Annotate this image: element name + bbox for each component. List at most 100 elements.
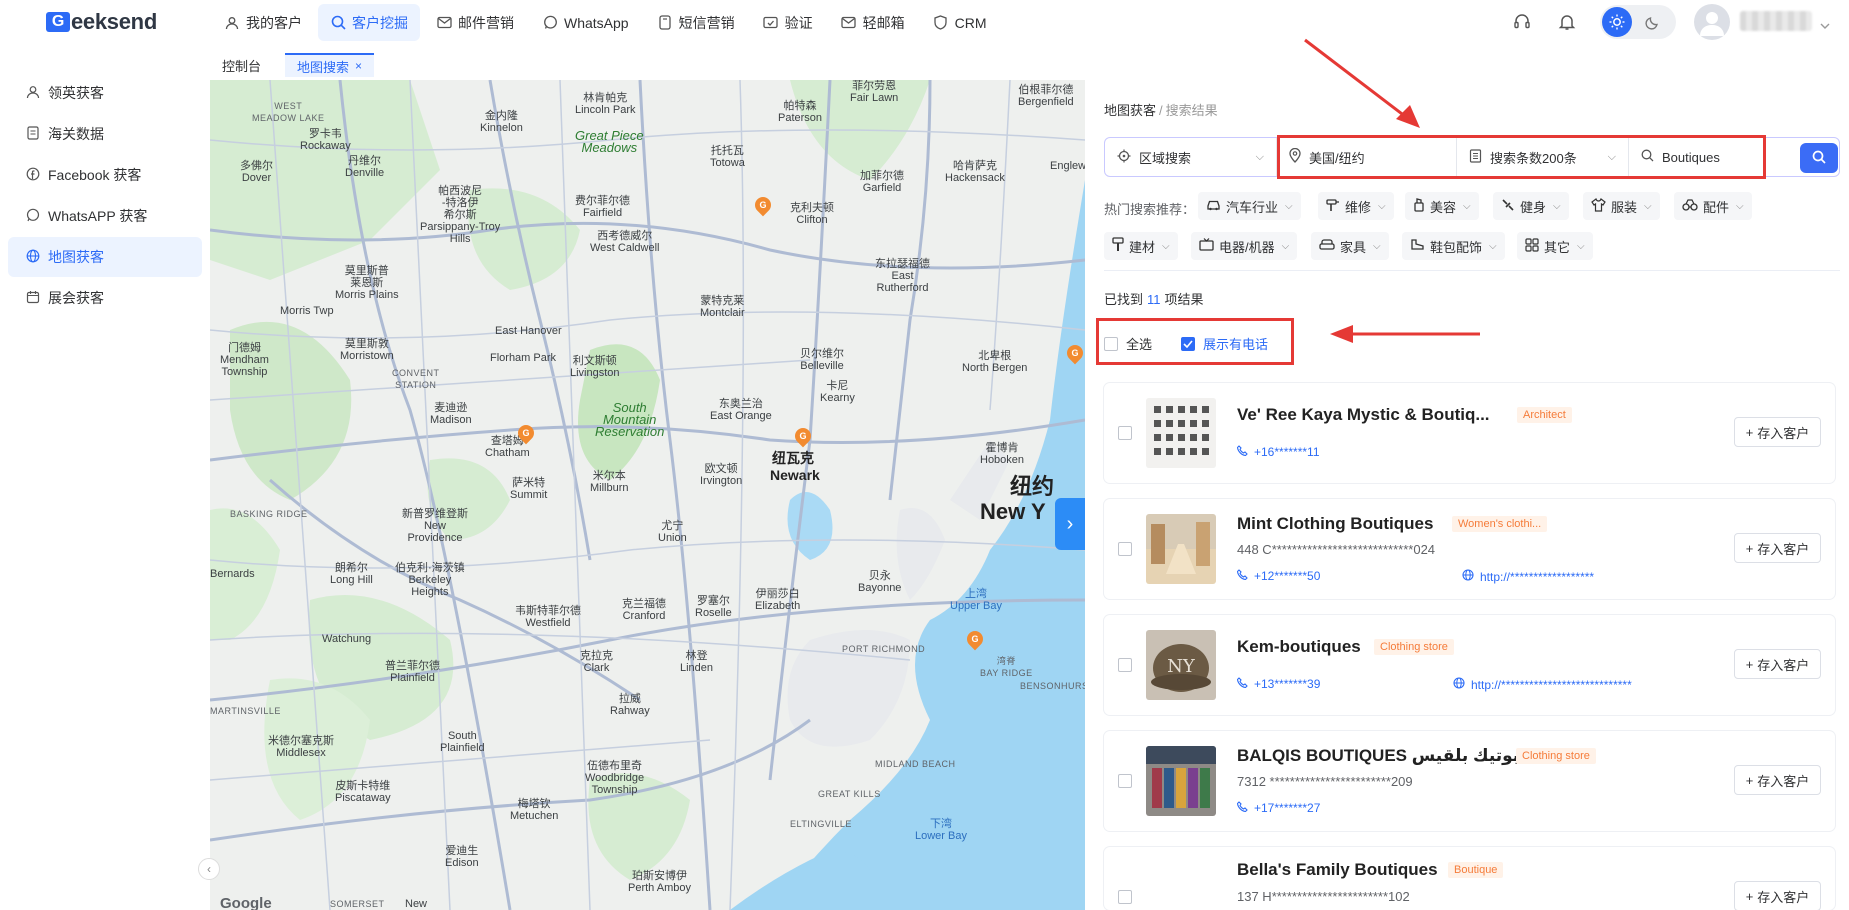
result-checkbox[interactable] xyxy=(1118,426,1132,440)
result-title[interactable]: Ve' Ree Kaya Mystic & Boutiq... xyxy=(1237,405,1490,425)
sidebar-item-map[interactable]: 地图获客 xyxy=(8,237,202,277)
chevron-down-icon: ⌵ xyxy=(1373,240,1381,252)
bell-icon[interactable] xyxy=(1555,10,1579,34)
result-card[interactable]: BALQIS BOUTIQUES بوتيك بلقيس... Clothing… xyxy=(1104,731,1835,831)
chip-auto[interactable]: 汽车行业 ⌵ xyxy=(1198,192,1301,220)
nav-email-marketing[interactable]: 邮件营销 xyxy=(424,4,526,41)
highlight-box-filter xyxy=(1096,318,1294,365)
chevron-down-icon: ⌵ xyxy=(1577,240,1585,252)
chevron-down-icon: ⌵ xyxy=(1162,240,1170,252)
collapse-panel-button[interactable]: › xyxy=(1055,498,1085,550)
map-label: 克利夫顿 Clifton xyxy=(790,202,834,226)
sidebar-item-exhibition[interactable]: 展会获客 xyxy=(8,278,202,318)
map-label: 伯根菲尔德 Bergenfield xyxy=(1018,84,1074,108)
chip-other[interactable]: 其它 ⌵ xyxy=(1517,232,1593,260)
result-phone[interactable]: +16*******11 xyxy=(1236,445,1320,459)
map-label: 萨米特 Summit xyxy=(510,477,548,501)
result-phone[interactable]: +17*******27 xyxy=(1236,801,1320,815)
save-to-customers-button[interactable]: + 存入客户 xyxy=(1734,649,1821,679)
map-marker[interactable]: G xyxy=(751,193,775,217)
map-view[interactable]: WEST MEADOW LAKE 罗卡韦 Rockaway 丹维尔 Denville … xyxy=(210,80,1085,910)
chip-building-materials[interactable]: 建材 ⌵ xyxy=(1104,232,1178,260)
chevron-down-icon[interactable] xyxy=(1820,16,1830,32)
geeksend-logo[interactable]: Geeksend xyxy=(46,9,157,35)
save-to-customers-button[interactable]: + 存入客户 xyxy=(1734,533,1821,563)
map-label: 东奥兰治 East Orange xyxy=(710,398,772,422)
result-title[interactable]: Mint Clothing Boutiques xyxy=(1237,514,1433,534)
map-label: 丹维尔 Denville xyxy=(345,155,385,179)
search-button[interactable] xyxy=(1800,143,1838,173)
nav-whatsapp[interactable]: WhatsApp xyxy=(530,4,641,41)
search-mode-select[interactable]: 区域搜索 ⌵ xyxy=(1105,138,1277,176)
result-title[interactable]: Bella's Family Boutiques xyxy=(1237,860,1438,880)
nav-verify[interactable]: 验证 xyxy=(751,4,825,41)
chip-fitness[interactable]: 健身 ⌵ xyxy=(1493,192,1569,220)
chip-accessories[interactable]: 配件 ⌵ xyxy=(1674,192,1752,220)
result-checkbox[interactable] xyxy=(1118,542,1132,556)
moon-icon[interactable] xyxy=(1642,11,1664,33)
nav-crm[interactable]: CRM xyxy=(921,4,999,41)
map-label: 卡尼 Kearny xyxy=(820,380,855,404)
map-label: 哈肯萨克 Hackensack xyxy=(945,160,1005,184)
map-marker[interactable]: G xyxy=(1063,341,1085,365)
chip-furniture[interactable]: 家具 ⌵ xyxy=(1311,232,1389,260)
facebook-icon xyxy=(26,167,40,184)
map-label: East Hanover xyxy=(495,325,562,337)
crm-icon xyxy=(933,15,949,31)
result-phone[interactable]: +13*******39 xyxy=(1236,677,1320,691)
sidebar-item-whatsapp[interactable]: WhatsAPP 获客 xyxy=(8,196,202,236)
result-website[interactable]: http://**************************** xyxy=(1453,677,1632,692)
map-label: 珀斯安博伊 Perth Amboy xyxy=(628,870,691,894)
save-to-customers-button[interactable]: + 存入客户 xyxy=(1734,417,1821,447)
sidebar-item-facebook[interactable]: Facebook 获客 xyxy=(8,155,202,195)
save-to-customers-button[interactable]: + 存入客户 xyxy=(1734,765,1821,795)
whatsapp-icon xyxy=(542,15,558,31)
result-checkbox[interactable] xyxy=(1118,890,1132,904)
collapse-sidebar-button[interactable]: ‹ xyxy=(198,858,220,880)
chip-appliances[interactable]: 电器/机器 ⌵ xyxy=(1191,232,1298,260)
tab-console[interactable]: 控制台 xyxy=(210,53,273,77)
nav-customer-mining[interactable]: 客户挖掘 xyxy=(318,4,420,41)
phone-icon xyxy=(1236,569,1248,583)
result-card[interactable]: Ve' Ree Kaya Mystic & Boutiq... Architec… xyxy=(1104,383,1835,483)
search-icon xyxy=(330,15,346,31)
sidebar-item-linkedin[interactable]: 领英获客 xyxy=(8,73,202,113)
chevron-down-icon: ⌵ xyxy=(1489,240,1497,252)
chip-shoes-bags[interactable]: 鞋包配饰 ⌵ xyxy=(1402,232,1505,260)
sun-icon[interactable] xyxy=(1602,7,1632,37)
avatar[interactable] xyxy=(1694,4,1730,40)
result-thumbnail xyxy=(1146,398,1216,468)
fitness-icon xyxy=(1501,198,1515,215)
chip-beauty[interactable]: 美容 ⌵ xyxy=(1405,192,1479,220)
map-marker[interactable]: G xyxy=(791,424,815,448)
map-marker[interactable]: G xyxy=(514,421,538,445)
result-phone[interactable]: +12*******50 xyxy=(1236,569,1320,583)
save-to-customers-button[interactable]: + 存入客户 xyxy=(1734,881,1821,910)
breadcrumb-parent[interactable]: 地图获客 xyxy=(1104,103,1156,118)
chip-repair[interactable]: 维修 ⌵ xyxy=(1318,192,1394,220)
result-title[interactable]: BALQIS BOUTIQUES بوتيك بلقيس... xyxy=(1237,746,1533,766)
result-card[interactable]: Bella's Family Boutiques Boutique 137 H*… xyxy=(1104,847,1835,910)
chip-apparel[interactable]: 服装 ⌵ xyxy=(1583,192,1660,220)
result-card[interactable]: Mint Clothing Boutiques Women's clothi..… xyxy=(1104,499,1835,599)
headset-icon[interactable] xyxy=(1510,10,1534,34)
map-label: 费尔菲尔德 Fairfield xyxy=(575,195,630,219)
nav-light-mailbox[interactable]: 轻邮箱 xyxy=(829,4,917,41)
sidebar-item-customs[interactable]: 海关数据 xyxy=(8,114,202,154)
category-tag: Boutique xyxy=(1448,862,1504,878)
result-checkbox[interactable] xyxy=(1118,774,1132,788)
result-checkbox[interactable] xyxy=(1118,658,1132,672)
plus-icon: + xyxy=(1745,656,1754,672)
search-icon xyxy=(1812,150,1826,167)
result-title[interactable]: Kem-boutiques xyxy=(1237,637,1361,657)
map-label: BENSONHURS xyxy=(1020,681,1085,691)
result-card[interactable]: NY Kem-boutiques Clothing store +13*****… xyxy=(1104,615,1835,715)
nav-sms-marketing[interactable]: 短信营销 xyxy=(645,4,747,41)
theme-toggle[interactable] xyxy=(1600,5,1676,39)
result-website[interactable]: http://****************** xyxy=(1462,569,1594,584)
map-marker[interactable]: G xyxy=(963,627,987,651)
nav-my-customers[interactable]: 我的客户 xyxy=(212,4,314,41)
close-icon[interactable]: × xyxy=(355,59,362,73)
globe-icon xyxy=(26,249,40,266)
tab-map-search[interactable]: 地图搜索 × xyxy=(285,53,375,77)
